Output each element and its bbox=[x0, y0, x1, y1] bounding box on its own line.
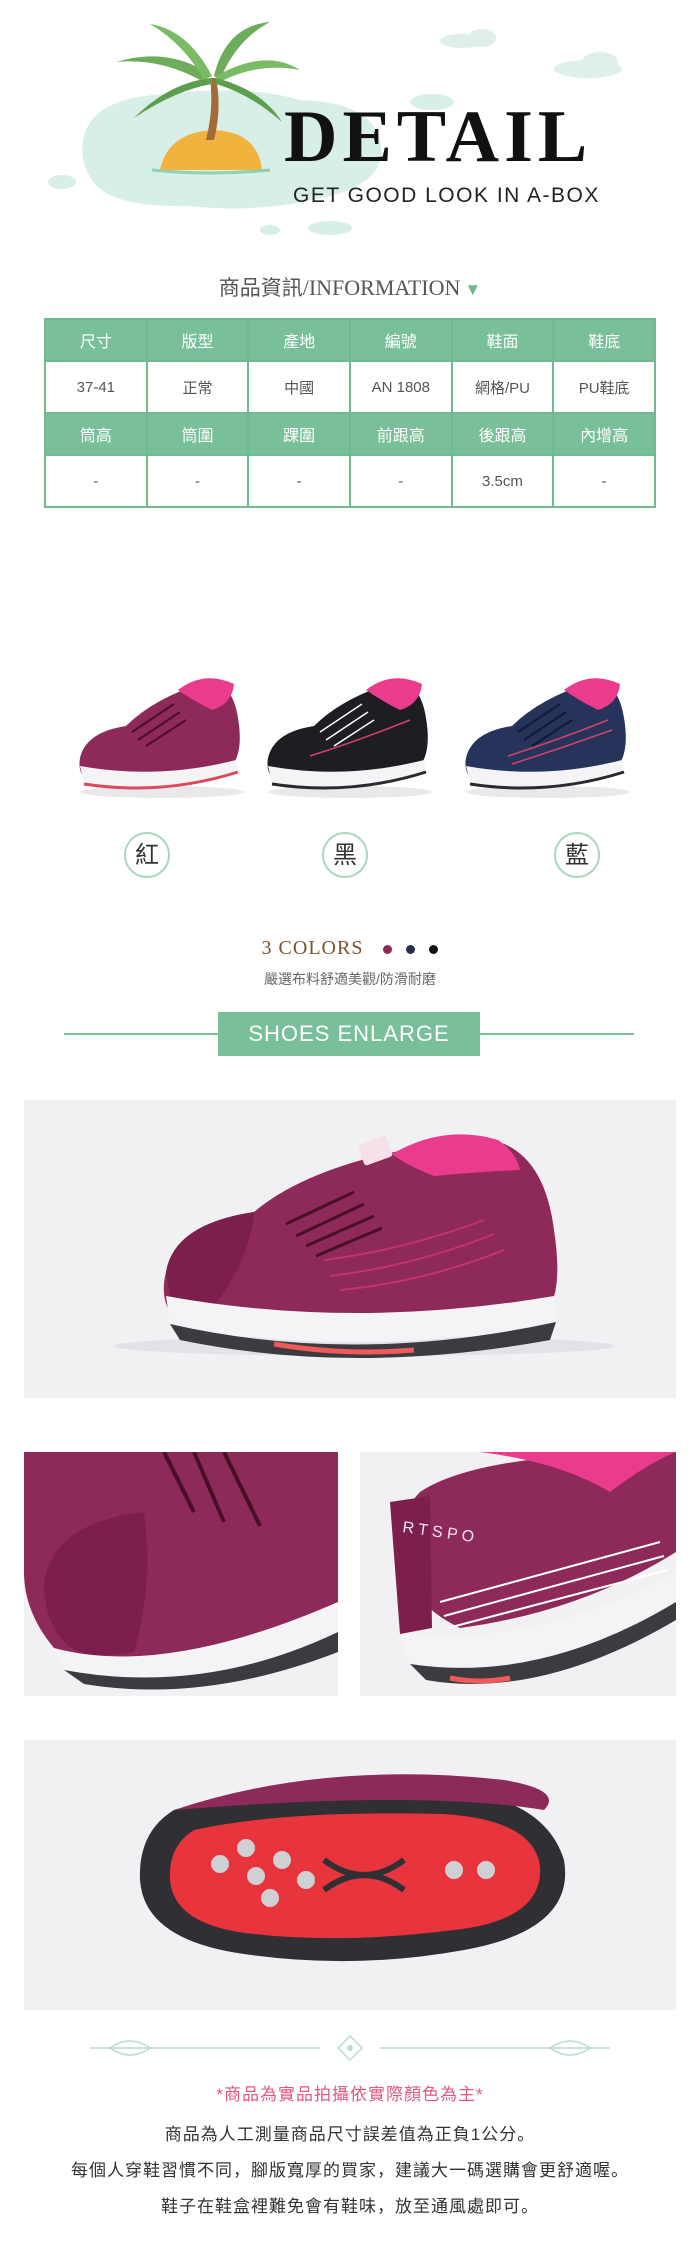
shoe-toe-image bbox=[24, 1452, 338, 1690]
shoe-red-thumbnail[interactable] bbox=[62, 640, 262, 820]
hero-title: DETAIL bbox=[284, 96, 593, 178]
spec-value-cell: 3.5cm bbox=[450, 454, 555, 508]
colors-title: 3 COLORS bbox=[261, 937, 364, 959]
ornament-divider bbox=[90, 2034, 610, 2062]
photo-side-view bbox=[24, 1100, 676, 1398]
spec-value-cell: - bbox=[552, 454, 656, 508]
spec-value-cell: - bbox=[348, 454, 453, 508]
spec-value-cell: - bbox=[44, 454, 148, 508]
color-dot-navy bbox=[406, 944, 416, 954]
spec-value-cell: 網格/PU bbox=[450, 360, 555, 414]
spec-value-cell: 37-41 bbox=[44, 360, 148, 414]
shoe-sole-image bbox=[139, 1774, 566, 1962]
divider-line-left bbox=[64, 1033, 218, 1035]
spec-header-cell: 尺寸 bbox=[44, 318, 148, 362]
spec-header-cell: 踝圍 bbox=[247, 412, 351, 456]
spec-header-cell: 產地 bbox=[247, 318, 351, 362]
spec-header-cell: 編號 bbox=[348, 318, 453, 362]
spec-header-cell: 筒圍 bbox=[145, 412, 250, 456]
color-label-blue[interactable]: 藍 bbox=[554, 832, 600, 878]
photo-toe-detail bbox=[24, 1452, 338, 1696]
info-heading-en: /INFORMATION bbox=[302, 275, 461, 300]
note-color-disclaimer: *商品為實品拍攝依實際顏色為主* bbox=[216, 2085, 484, 2104]
spec-table: 尺寸 版型 產地 編號 鞋面 鞋底 37-41 正常 中國 AN 1808 網格… bbox=[44, 318, 656, 508]
shoe-heel-image: R T S P O bbox=[390, 1452, 676, 1684]
note-shoe-smell: 鞋子在鞋盒裡難免會有鞋味，放至通風處即可。 bbox=[161, 2197, 539, 2216]
spec-header-cell: 筒高 bbox=[44, 412, 148, 456]
shoe-black-thumbnail[interactable] bbox=[250, 640, 450, 820]
spec-value-cell: - bbox=[145, 454, 250, 508]
spec-header-cell: 版型 bbox=[145, 318, 250, 362]
colors-title-row: 3 COLORS bbox=[0, 937, 700, 960]
photo-sole-view bbox=[24, 1740, 676, 2010]
spec-value-cell: 中國 bbox=[247, 360, 351, 414]
spec-header-row-2: 筒高 筒圍 踝圍 前跟高 後跟高 內增高 bbox=[44, 412, 656, 456]
spec-value-row-1: 37-41 正常 中國 AN 1808 網格/PU PU鞋底 bbox=[44, 360, 656, 414]
shoe-blue-thumbnail[interactable] bbox=[448, 640, 648, 820]
triangle-down-icon: ▼ bbox=[464, 280, 482, 299]
shoe-side-image bbox=[114, 1134, 614, 1358]
spec-header-cell: 鞋面 bbox=[450, 318, 555, 362]
spec-value-cell: AN 1808 bbox=[348, 360, 453, 414]
spec-header-cell: 鞋底 bbox=[552, 318, 656, 362]
spec-value-cell: - bbox=[247, 454, 351, 508]
spec-value-row-2: - - - - 3.5cm - bbox=[44, 454, 656, 508]
spec-header-cell: 前跟高 bbox=[348, 412, 453, 456]
color-label-red[interactable]: 紅 bbox=[124, 832, 170, 878]
color-dot-red bbox=[383, 944, 393, 954]
photo-heel-detail: R T S P O bbox=[360, 1452, 676, 1696]
shoes-enlarge-banner: SHOES ENLARGE bbox=[218, 1012, 480, 1056]
hero-banner: DETAIL GET GOOD LOOK IN A-BOX bbox=[0, 0, 700, 250]
colors-description: 嚴選布料舒適美觀/防滑耐磨 bbox=[264, 971, 436, 987]
color-label-black[interactable]: 黑 bbox=[322, 832, 368, 878]
info-heading-zh: 商品資訊 bbox=[218, 276, 303, 300]
spec-value-cell: PU鞋底 bbox=[552, 360, 656, 414]
divider-line-right bbox=[480, 1033, 634, 1035]
spec-header-cell: 後跟高 bbox=[450, 412, 555, 456]
spec-header-row-1: 尺寸 版型 產地 編號 鞋面 鞋底 bbox=[44, 318, 656, 362]
spec-header-cell: 內增高 bbox=[552, 412, 656, 456]
note-size-advice: 每個人穿鞋習慣不同，腳版寬厚的買家，建議大一碼選購會更舒適喔。 bbox=[71, 2161, 629, 2180]
spec-value-cell: 正常 bbox=[145, 360, 250, 414]
color-dot-black bbox=[429, 944, 439, 954]
hero-subtitle: GET GOOD LOOK IN A-BOX bbox=[293, 184, 600, 207]
note-measurement: 商品為人工測量商品尺寸誤差值為正負1公分。 bbox=[164, 2125, 536, 2144]
info-heading: 商品資訊/INFORMATION ▼ bbox=[0, 272, 700, 302]
